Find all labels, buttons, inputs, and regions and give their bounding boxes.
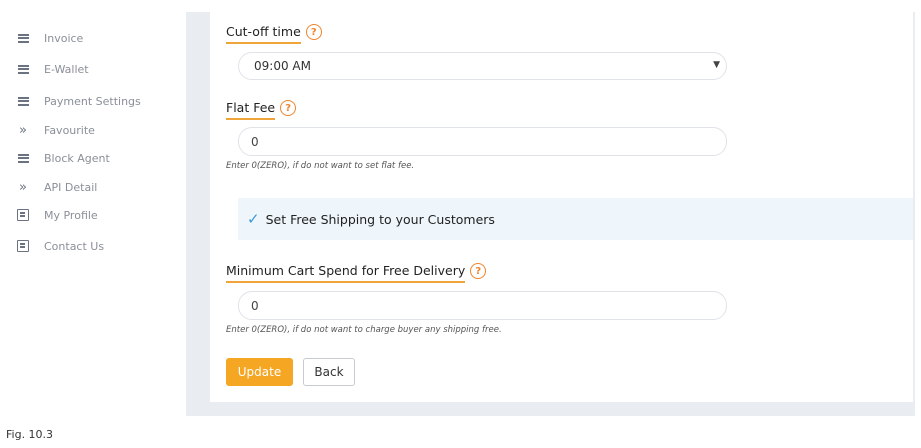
double-chevron-icon: »	[19, 122, 27, 138]
flat-fee-label: Flat Fee ?	[226, 100, 297, 120]
content-gutter	[186, 12, 210, 416]
chevron-down-icon: ▼	[713, 60, 720, 70]
list-icon	[16, 31, 30, 45]
min-cart-label: Minimum Cart Spend for Free Delivery ?	[226, 263, 487, 283]
sidebar-item-my-profile[interactable]: My Profile	[16, 205, 98, 225]
checkmark-icon: ✓	[247, 210, 260, 228]
sidebar-item-api-detail[interactable]: » API Detail	[16, 177, 97, 197]
sidebar-item-invoice[interactable]: Invoice	[16, 28, 83, 48]
sidebar-item-label: Payment Settings	[44, 94, 141, 108]
free-shipping-label: Set Free Shipping to your Customers	[265, 211, 495, 227]
sidebar-item-favourite[interactable]: » Favourite	[16, 120, 95, 140]
sidebar-item-label: Invoice	[44, 31, 84, 45]
min-cart-hint: Enter 0(ZERO), if do not want to charge …	[226, 325, 502, 335]
back-button[interactable]: Back	[303, 358, 355, 386]
help-icon[interactable]: ?	[305, 24, 322, 40]
sidebar-item-payment-settings[interactable]: Payment Settings	[16, 91, 141, 111]
shipping-settings-form: Cut-off time ? 09:00 AM ▼ Flat Fee ? 0 E…	[210, 12, 913, 402]
cutoff-time-select[interactable]: 09:00 AM ▼	[238, 52, 727, 80]
sidebar-item-contact-us[interactable]: Contact Us	[16, 236, 104, 256]
sidebar-item-label: Block Agent	[44, 151, 110, 165]
cutoff-time-label: Cut-off time ?	[226, 24, 322, 44]
flat-fee-input[interactable]: 0	[238, 127, 727, 156]
sidebar-item-label: Contact Us	[44, 239, 105, 253]
flat-fee-value: 0	[251, 134, 259, 149]
figure-caption: Fig. 10.3	[6, 428, 54, 441]
list-icon	[16, 151, 30, 165]
sidebar-item-label: My Profile	[44, 208, 98, 222]
sidebar-item-label: E-Wallet	[44, 62, 89, 76]
min-cart-input[interactable]: 0	[238, 291, 727, 320]
list-icon	[16, 62, 30, 76]
sidebar-item-block-agent[interactable]: Block Agent	[16, 148, 110, 168]
sidebar-item-e-wallet[interactable]: E-Wallet	[16, 59, 89, 79]
sidebar-item-label: API Detail	[44, 180, 98, 194]
sidebar: Invoice E-Wallet Payment Settings » Favo…	[6, 12, 186, 416]
form-icon	[16, 208, 30, 222]
help-icon[interactable]: ?	[280, 100, 297, 116]
form-icon	[16, 239, 30, 253]
cutoff-time-value: 09:00 AM	[254, 59, 311, 73]
help-icon[interactable]: ?	[470, 263, 487, 279]
update-button[interactable]: Update	[226, 358, 293, 386]
free-shipping-toggle[interactable]: ✓ Set Free Shipping to your Customers	[238, 198, 913, 240]
list-icon	[16, 94, 30, 108]
double-chevron-icon: »	[19, 179, 27, 195]
sidebar-item-label: Favourite	[44, 123, 95, 137]
flat-fee-hint: Enter 0(ZERO), if do not want to set fla…	[226, 161, 415, 171]
min-cart-value: 0	[251, 298, 259, 313]
